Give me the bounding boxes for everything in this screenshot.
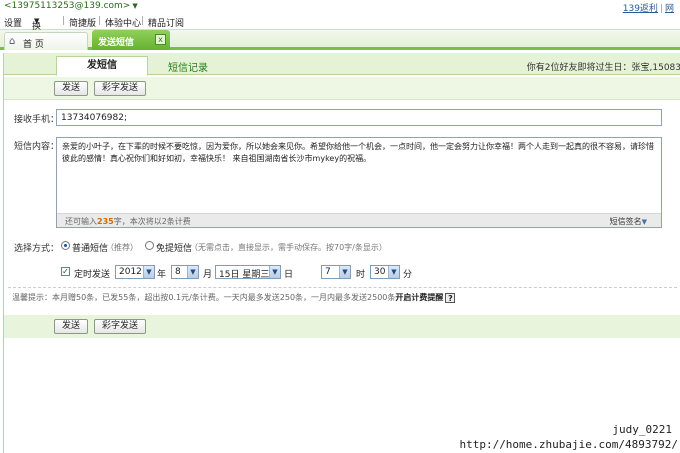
normal-sms-label[interactable]: 普通短信 [72, 241, 108, 254]
recipient-label: 接收手机： [14, 115, 60, 125]
menu-separator: | [98, 16, 102, 26]
menu-subscribe[interactable]: 精品订阅 [148, 16, 184, 29]
watermark-user: judy_0221 [612, 423, 672, 436]
hour-unit: 时 [356, 270, 366, 280]
tab-compose-sms[interactable]: 发短信 [56, 56, 148, 76]
month-select[interactable]: 8 ▼ [171, 265, 199, 279]
tab-send-sms-label: 发送短信 [98, 38, 135, 48]
scheduled-checkbox[interactable]: ✓ [61, 267, 70, 276]
watermark-url: http://home.zhubajie.com/4893792/ [459, 438, 678, 451]
billing-tip: 温馨提示：本月赠50条，已发55条，超出按0.1元/条计费。一天内最多发送250… [12, 292, 456, 303]
message-footer: 还可输入235字，本次将以2条计费 短信签名▼ [57, 213, 661, 227]
counter-value: 235 [97, 217, 114, 226]
signature-label: 短信签名 [609, 217, 642, 226]
help-icon[interactable]: ? [445, 292, 456, 303]
method-label: 选择方式： [14, 244, 60, 254]
chevron-down-icon[interactable]: ▼ [132, 2, 137, 10]
top-bar: <13975113253@139.com> ▼ 139返利 | 网 [0, 0, 680, 14]
hour-value: 7 [325, 267, 331, 277]
day-unit: 日 [284, 270, 294, 280]
birthday-notice[interactable]: 你有2位好友即将过生日：张宝,15083 [527, 60, 680, 73]
menu-separator: | [62, 16, 66, 26]
scheduled-label[interactable]: 定时发送 [74, 267, 110, 280]
free-sms-radio[interactable] [145, 241, 154, 250]
tab-home-label: 首 页 [23, 40, 44, 50]
mms-send-button[interactable]: 彩字发送 [94, 319, 146, 334]
sub-tabs: 发短信 短信记录 你有2位好友即将过生日：张宝,15083 [4, 53, 680, 76]
minute-unit: 分 [403, 270, 413, 280]
recipient-input[interactable]: 13734076982; [56, 109, 662, 126]
billing-reminder-link[interactable]: 开启计费提醒 [395, 293, 443, 302]
account-email: <13975113253@139.com> [4, 1, 131, 11]
char-counter: 还可输入235字，本次将以2条计费 [65, 216, 191, 227]
free-sms-label[interactable]: 免提短信 [156, 241, 192, 254]
send-button[interactable]: 发送 [54, 81, 88, 96]
day-value: 15日 星期三 [219, 270, 270, 280]
day-select[interactable]: 15日 星期三 ▼ [215, 265, 281, 280]
close-icon[interactable]: x [155, 34, 166, 45]
minute-value: 30 [374, 267, 386, 277]
hour-select[interactable]: 7 ▼ [321, 265, 351, 279]
month-value: 8 [175, 267, 181, 277]
menu-skin[interactable]: 换肤▼ [32, 16, 41, 45]
message-textarea[interactable]: 亲爱的小叶子，在下辈的时候不要吃惊，因为爱你，所以她会来见你。希望你给他一个机会… [56, 137, 662, 228]
tab-sms-records[interactable]: 短信记录 [168, 59, 208, 74]
year-select[interactable]: 2012 ▼ [115, 265, 155, 279]
send-button[interactable]: 发送 [54, 319, 88, 334]
normal-sms-radio[interactable] [61, 241, 70, 250]
year-unit: 年 [157, 270, 167, 280]
minute-select[interactable]: 30 ▼ [370, 265, 400, 279]
content-label: 短信内容： [14, 142, 60, 152]
free-sms-hint: （无需点击，直接显示，需手动保存。按70字/条显示） [190, 243, 387, 252]
account-menu[interactable]: <13975113253@139.com> ▼ [4, 1, 138, 11]
top-button-row: 发送 彩字发送 [4, 77, 680, 100]
message-content: 亲爱的小叶子，在下辈的时候不要吃惊，因为爱你，所以她会来见你。希望你给他一个机会… [62, 142, 654, 163]
tab-home[interactable]: ⌂ 首 页 [4, 32, 88, 50]
chevron-down-icon: ▼ [641, 218, 647, 226]
chevron-down-icon: ▼ [339, 266, 350, 278]
menu-simple[interactable]: 简捷版 [69, 16, 96, 29]
menu-settings[interactable]: 设置 [4, 16, 22, 29]
sms-panel: 发短信 短信记录 你有2位好友即将过生日：张宝,15083 发送 彩字发送 接收… [3, 53, 680, 453]
mms-send-button[interactable]: 彩字发送 [94, 81, 146, 96]
chevron-down-icon: ▼ [143, 266, 154, 278]
billing-tip-text: 温馨提示：本月赠50条，已发55条，超出按0.1元/条计费。一天内最多发送250… [12, 293, 396, 302]
tab-send-sms[interactable]: 发送短信 x [92, 30, 170, 50]
month-unit: 月 [203, 270, 213, 280]
menu-bar: 设置 换肤▼ | 简捷版 | 体验中心 | 精品订阅 [0, 13, 680, 45]
year-value: 2012 [119, 267, 142, 277]
menu-separator: | [141, 16, 145, 26]
chevron-down-icon: ▼ [388, 266, 399, 278]
chevron-down-icon: ▼ [269, 266, 280, 278]
bottom-button-row: 发送 彩字发送 [4, 315, 680, 338]
counter-suffix: 字，本次将以2条计费 [113, 217, 191, 226]
normal-sms-hint: （推荐） [106, 243, 138, 252]
signature-dropdown[interactable]: 短信签名▼ [610, 216, 647, 227]
counter-prefix: 还可输入 [65, 217, 97, 226]
menu-experience[interactable]: 体验中心 [105, 16, 141, 29]
divider [8, 287, 677, 288]
home-icon: ⌂ [9, 36, 16, 47]
chevron-down-icon: ▼ [187, 266, 198, 278]
tab-bar: ⌂ 首 页 发送短信 x [0, 30, 680, 50]
